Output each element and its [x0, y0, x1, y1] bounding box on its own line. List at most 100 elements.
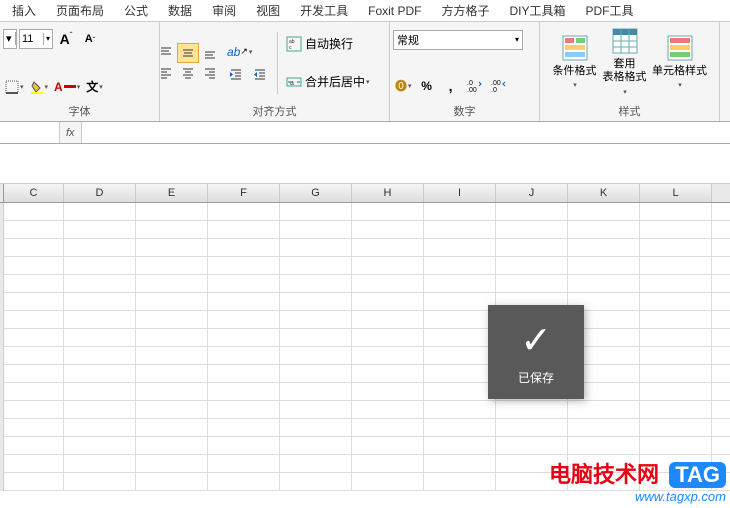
cell[interactable]	[424, 437, 496, 455]
cell[interactable]	[208, 221, 280, 239]
cell[interactable]	[424, 455, 496, 473]
cell[interactable]	[64, 311, 136, 329]
wrap-text-button[interactable]: abc 自动换行	[284, 34, 374, 54]
cell[interactable]	[640, 203, 712, 221]
cell[interactable]	[280, 275, 352, 293]
cell[interactable]	[424, 347, 496, 365]
cell[interactable]	[424, 329, 496, 347]
cell[interactable]	[136, 221, 208, 239]
cell[interactable]	[136, 383, 208, 401]
borders-button[interactable]: ▾	[3, 77, 26, 97]
cell[interactable]	[568, 419, 640, 437]
cell[interactable]	[4, 455, 64, 473]
cell[interactable]	[424, 401, 496, 419]
cell[interactable]	[64, 239, 136, 257]
cell[interactable]	[496, 257, 568, 275]
cell[interactable]	[4, 329, 64, 347]
cell[interactable]	[136, 455, 208, 473]
cell[interactable]	[208, 455, 280, 473]
cell[interactable]	[64, 203, 136, 221]
cell[interactable]	[208, 473, 280, 491]
font-size-value[interactable]: 11	[20, 33, 44, 45]
tab-formulas[interactable]: 公式	[114, 0, 158, 22]
cell[interactable]	[424, 203, 496, 221]
cell[interactable]	[136, 419, 208, 437]
col-header[interactable]: E	[136, 184, 208, 202]
cell[interactable]	[4, 437, 64, 455]
cell[interactable]	[352, 383, 424, 401]
cell[interactable]	[64, 437, 136, 455]
cell[interactable]	[352, 347, 424, 365]
cell[interactable]	[640, 383, 712, 401]
cell-styles-button[interactable]: 单元格样式▾	[650, 24, 710, 101]
cell[interactable]	[352, 329, 424, 347]
cell[interactable]	[424, 419, 496, 437]
cell[interactable]	[568, 221, 640, 239]
cell[interactable]	[280, 203, 352, 221]
fill-color-button[interactable]: ▾	[28, 77, 51, 97]
tab-page-layout[interactable]: 页面布局	[46, 0, 114, 22]
cell[interactable]	[352, 293, 424, 311]
increase-decimal-button[interactable]: .0.00	[464, 76, 486, 96]
cell[interactable]	[208, 347, 280, 365]
cell[interactable]	[4, 293, 64, 311]
cell[interactable]	[64, 365, 136, 383]
cell[interactable]	[4, 239, 64, 257]
cell[interactable]	[496, 239, 568, 257]
cell[interactable]	[208, 437, 280, 455]
cell[interactable]	[64, 383, 136, 401]
cell[interactable]	[568, 257, 640, 275]
font-size-box[interactable]: 11 ▾	[19, 29, 53, 49]
decrease-font-button[interactable]: Aˇ	[79, 29, 101, 49]
cell[interactable]	[640, 419, 712, 437]
cell[interactable]	[136, 203, 208, 221]
cell[interactable]	[496, 203, 568, 221]
cell[interactable]	[424, 383, 496, 401]
cell[interactable]	[424, 473, 496, 491]
cell[interactable]	[280, 239, 352, 257]
accounting-format-button[interactable]: 🄌▾	[393, 76, 414, 96]
cell[interactable]	[4, 383, 64, 401]
cell[interactable]	[280, 365, 352, 383]
cell[interactable]	[640, 221, 712, 239]
cell[interactable]	[568, 437, 640, 455]
cell[interactable]	[352, 365, 424, 383]
increase-font-button[interactable]: Aˆ	[55, 29, 77, 49]
tab-review[interactable]: 审阅	[202, 0, 246, 22]
cell[interactable]	[352, 473, 424, 491]
col-header[interactable]: D	[64, 184, 136, 202]
cell[interactable]	[424, 365, 496, 383]
cell[interactable]	[640, 311, 712, 329]
cell[interactable]	[280, 401, 352, 419]
cell[interactable]	[640, 365, 712, 383]
cell[interactable]	[640, 257, 712, 275]
comma-style-button[interactable]: ,	[440, 76, 462, 96]
cell[interactable]	[208, 311, 280, 329]
cell[interactable]	[496, 437, 568, 455]
align-middle-button[interactable]	[177, 43, 199, 63]
align-bottom-button[interactable]	[199, 43, 221, 63]
col-header[interactable]: L	[640, 184, 712, 202]
cell[interactable]	[4, 203, 64, 221]
cell[interactable]	[4, 257, 64, 275]
cell[interactable]	[424, 239, 496, 257]
cell[interactable]	[640, 437, 712, 455]
cell[interactable]	[640, 239, 712, 257]
number-format-combo[interactable]: 常规 ▾	[393, 30, 523, 50]
cell[interactable]	[352, 203, 424, 221]
cell[interactable]	[640, 347, 712, 365]
cell[interactable]	[136, 401, 208, 419]
cell[interactable]	[280, 257, 352, 275]
align-center-button[interactable]	[177, 63, 199, 83]
fx-icon[interactable]: fx	[60, 127, 81, 139]
cell[interactable]	[424, 257, 496, 275]
format-as-table-button[interactable]: 套用 表格格式▾	[600, 24, 650, 101]
decrease-indent-button[interactable]	[225, 64, 247, 84]
cell[interactable]	[496, 401, 568, 419]
cell[interactable]	[4, 221, 64, 239]
cell[interactable]	[4, 275, 64, 293]
cell[interactable]	[280, 473, 352, 491]
cell[interactable]	[568, 401, 640, 419]
cell[interactable]	[640, 401, 712, 419]
cell[interactable]	[208, 257, 280, 275]
